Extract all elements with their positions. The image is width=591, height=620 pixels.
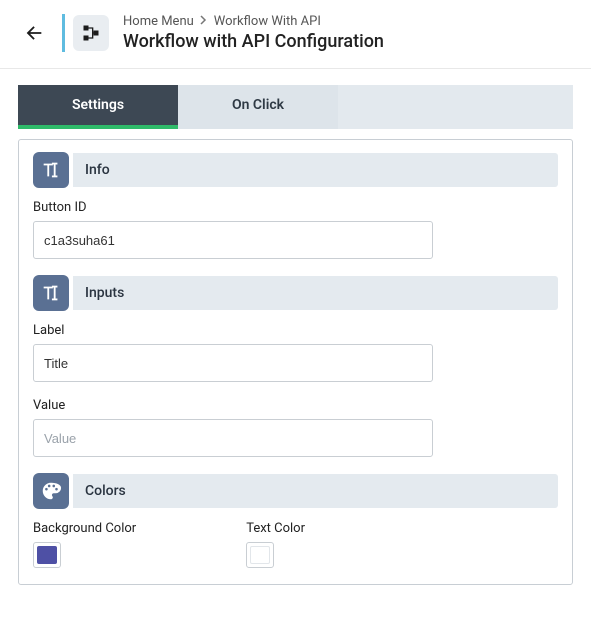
label-field-label: Label	[33, 323, 558, 338]
color-row: Background Color Text Color	[33, 521, 558, 568]
palette-icon	[33, 473, 69, 509]
section-colors-header: Colors	[33, 473, 558, 509]
tab-settings[interactable]: Settings	[18, 85, 178, 129]
bg-color-swatch[interactable]	[33, 542, 61, 568]
breadcrumb: Home Menu Workflow With API	[123, 14, 384, 29]
workflow-icon-box	[73, 15, 109, 51]
value-field-label: Value	[33, 398, 558, 413]
text-color-swatch[interactable]	[246, 542, 274, 568]
text-color-label: Text Color	[246, 521, 305, 536]
button-id-input[interactable]	[33, 221, 433, 259]
arrow-left-icon	[23, 22, 45, 44]
tab-filler	[338, 85, 573, 129]
chevron-right-icon	[200, 14, 208, 29]
header: Home Menu Workflow With API Workflow wit…	[0, 0, 591, 69]
section-info-title: Info	[73, 153, 558, 187]
button-id-label: Button ID	[33, 200, 558, 215]
value-input[interactable]	[33, 419, 433, 457]
settings-panel: Info Button ID Inputs Label Value Colors…	[18, 139, 573, 585]
header-text: Home Menu Workflow With API Workflow wit…	[123, 14, 384, 52]
breadcrumb-home[interactable]: Home Menu	[123, 14, 194, 29]
text-color-group: Text Color	[246, 521, 305, 568]
tabs: Settings On Click	[18, 85, 573, 129]
section-info-header: Info	[33, 152, 558, 188]
bg-color-label: Background Color	[33, 521, 136, 536]
bg-color-fill	[37, 546, 57, 564]
label-input[interactable]	[33, 344, 433, 382]
back-button[interactable]	[20, 19, 48, 47]
breadcrumb-current: Workflow With API	[214, 14, 321, 29]
tab-on-click[interactable]: On Click	[178, 85, 338, 129]
header-divider	[62, 14, 65, 52]
section-colors-title: Colors	[73, 474, 558, 508]
text-input-icon	[33, 152, 69, 188]
page-title: Workflow with API Configuration	[123, 31, 384, 52]
section-inputs-header: Inputs	[33, 275, 558, 311]
text-color-fill	[250, 546, 270, 564]
text-input-icon	[33, 275, 69, 311]
bg-color-group: Background Color	[33, 521, 136, 568]
section-inputs-title: Inputs	[73, 276, 558, 310]
workflow-icon	[81, 23, 101, 43]
